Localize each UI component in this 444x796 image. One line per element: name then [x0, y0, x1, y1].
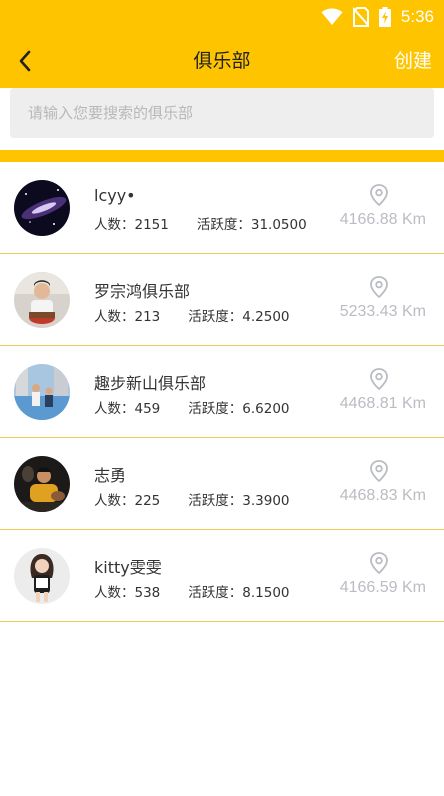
club-distance: 4468.81 Km: [339, 395, 426, 412]
club-stats: 人数：538 活跃度：8.1500: [94, 581, 290, 601]
club-row[interactable]: 罗宗鸿俱乐部 人数：213 活跃度：4.2500 5233.43 Km: [0, 254, 444, 346]
club-distance: 4166.59 Km: [339, 579, 426, 596]
back-button[interactable]: [8, 44, 42, 78]
club-avatar: [14, 364, 70, 420]
activity-label: 活跃度：: [188, 401, 243, 417]
club-distance: 4166.88 Km: [339, 211, 426, 228]
activity-label: 活跃度：: [188, 585, 243, 601]
battery-charging-icon: [378, 7, 391, 27]
search-bar: [0, 88, 444, 146]
members-count: 459: [134, 401, 161, 417]
members-count: 2151: [134, 217, 169, 233]
activity-value: 4.2500: [242, 309, 290, 325]
location-pin-icon: [370, 184, 388, 206]
location-pin-icon: [370, 276, 388, 298]
section-divider: [0, 150, 444, 162]
club-avatar: [14, 180, 70, 236]
club-name: 罗宗鸿俱乐部: [94, 282, 191, 301]
club-row[interactable]: kitty雯雯 人数：538 活跃度：8.1500 4166.59 Km: [0, 530, 444, 622]
club-stats: 人数：213 活跃度：4.2500: [94, 305, 290, 325]
create-button[interactable]: 创建: [394, 34, 432, 88]
club-stats: 人数：459 活跃度：6.6200: [94, 397, 290, 417]
no-sim-icon: [352, 7, 369, 27]
members-count: 213: [134, 309, 161, 325]
location-pin-icon: [370, 552, 388, 574]
members-label: 人数：: [94, 401, 135, 417]
status-icons: 5:36: [321, 6, 434, 28]
status-time: 5:36: [400, 7, 434, 26]
club-name: lcyy•: [94, 186, 136, 205]
search-box: [10, 88, 434, 138]
club-name: 趣步新山俱乐部: [94, 374, 207, 393]
club-row[interactable]: 趣步新山俱乐部 人数：459 活跃度：6.6200 4468.81 Km: [0, 346, 444, 438]
activity-value: 6.6200: [242, 401, 290, 417]
members-label: 人数：: [94, 585, 135, 601]
club-row[interactable]: lcyy• 人数：2151 活跃度：31.0500 4166.88 Km: [0, 162, 444, 254]
club-distance: 4468.83 Km: [339, 487, 426, 504]
club-name: 志勇: [94, 466, 127, 485]
club-avatar: [14, 272, 70, 328]
members-label: 人数：: [94, 493, 135, 509]
chevron-left-icon: [19, 50, 31, 72]
club-stats: 人数：225 活跃度：3.3900: [94, 489, 290, 509]
members-count: 225: [134, 493, 161, 509]
location-pin-icon: [370, 368, 388, 390]
club-row[interactable]: 志勇 人数：225 活跃度：3.3900 4468.83 Km: [0, 438, 444, 530]
activity-value: 3.3900: [242, 493, 290, 509]
search-input[interactable]: [10, 88, 434, 138]
club-stats: 人数：2151 活跃度：31.0500: [94, 213, 307, 233]
status-bar: 5:36: [0, 0, 444, 34]
wifi-icon: [321, 8, 343, 25]
app-bar: 俱乐部 创建: [0, 34, 444, 88]
club-distance: 5233.43 Km: [339, 303, 426, 320]
activity-label: 活跃度：: [196, 217, 251, 233]
activity-value: 31.0500: [250, 217, 307, 233]
page-title: 俱乐部: [193, 50, 251, 72]
activity-label: 活跃度：: [188, 493, 243, 509]
members-count: 538: [134, 585, 161, 601]
members-label: 人数：: [94, 217, 135, 233]
club-list: lcyy• 人数：2151 活跃度：31.0500 4166.88 Km 罗宗鸿俱…: [0, 162, 444, 622]
members-label: 人数：: [94, 309, 135, 325]
location-pin-icon: [370, 460, 388, 482]
club-name: kitty雯雯: [94, 558, 162, 577]
club-avatar: [14, 456, 70, 512]
activity-label: 活跃度：: [188, 309, 243, 325]
activity-value: 8.1500: [242, 585, 290, 601]
club-avatar: [14, 548, 70, 604]
